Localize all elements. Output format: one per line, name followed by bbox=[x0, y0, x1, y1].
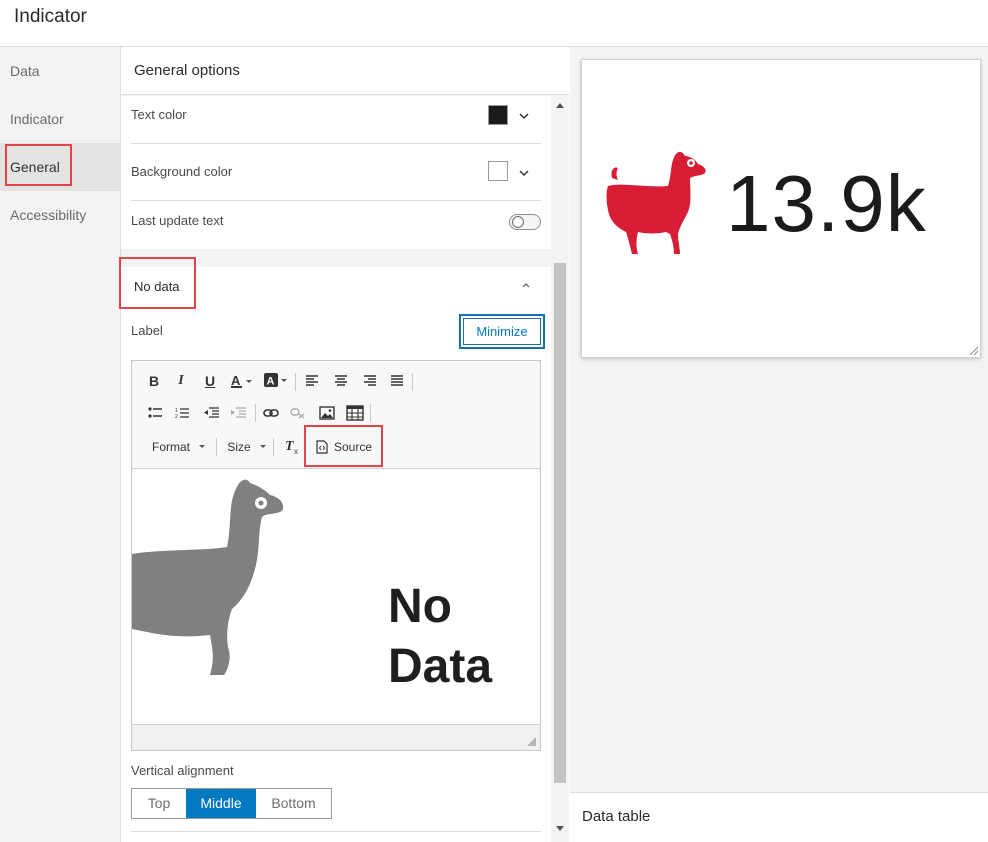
indicator-card[interactable]: 13.9k bbox=[581, 59, 981, 358]
last-update-label: Last update text bbox=[131, 213, 224, 228]
resize-grip-icon[interactable] bbox=[527, 737, 536, 746]
svg-text:x: x bbox=[294, 447, 298, 455]
side-navigation: Data Indicator General Accessibility bbox=[0, 47, 121, 842]
editor-status-bar bbox=[132, 725, 540, 750]
rich-text-editor: B I U A A 12 Format Size T x Source No D… bbox=[131, 360, 541, 751]
divider bbox=[131, 831, 541, 832]
no-data-section: No data Label Minimize B I U A A 12 Form… bbox=[121, 267, 551, 842]
toolbar-separator bbox=[273, 438, 274, 456]
caret-down-icon[interactable] bbox=[259, 444, 267, 450]
toolbar-separator bbox=[255, 404, 256, 422]
no-data-content-text: No Data bbox=[388, 577, 538, 697]
table-icon[interactable] bbox=[346, 405, 364, 421]
vertical-alignment-label: Vertical alignment bbox=[131, 763, 234, 778]
divider bbox=[131, 143, 541, 144]
resize-grip-icon[interactable] bbox=[969, 346, 978, 355]
editor-toolbar: B I U A A 12 Format Size T x Source bbox=[132, 361, 540, 469]
background-color-swatch[interactable] bbox=[488, 161, 508, 181]
scroll-down-icon[interactable] bbox=[555, 825, 565, 833]
minimize-button[interactable]: Minimize bbox=[459, 314, 545, 349]
last-update-toggle[interactable] bbox=[509, 214, 541, 230]
llama-image bbox=[132, 479, 284, 675]
align-center-icon[interactable] bbox=[334, 375, 348, 387]
text-color-swatch[interactable] bbox=[488, 105, 508, 125]
unlink-icon[interactable] bbox=[290, 407, 306, 419]
scroll-thumb[interactable] bbox=[554, 263, 566, 783]
toolbar-separator bbox=[295, 373, 296, 391]
svg-text:A: A bbox=[231, 373, 241, 388]
remove-format-icon[interactable]: Tx bbox=[283, 437, 301, 455]
svg-text:A: A bbox=[267, 376, 275, 388]
highlight-box-no-data bbox=[119, 257, 196, 309]
align-top-button[interactable]: Top bbox=[132, 789, 186, 818]
align-left-icon[interactable] bbox=[306, 375, 320, 387]
indicator-value: 13.9k bbox=[726, 159, 927, 248]
format-dropdown[interactable]: Format bbox=[150, 437, 192, 457]
chevron-up-icon[interactable] bbox=[519, 279, 533, 293]
background-color-icon[interactable]: A bbox=[263, 372, 289, 389]
caret-down-icon[interactable] bbox=[198, 444, 206, 450]
settings-panel: General options Text color Background co… bbox=[119, 47, 569, 842]
highlight-box-general bbox=[5, 144, 72, 186]
chevron-down-icon[interactable] bbox=[517, 109, 531, 123]
vertical-alignment-control: Top Middle Bottom bbox=[131, 788, 332, 819]
nav-item-indicator[interactable]: Indicator bbox=[0, 95, 120, 143]
label-caption: Label bbox=[131, 323, 163, 338]
toolbar-separator bbox=[412, 373, 413, 391]
toolbar-separator bbox=[216, 438, 217, 456]
underline-button[interactable]: U bbox=[202, 371, 218, 391]
highlight-box-source bbox=[304, 425, 383, 467]
background-color-label: Background color bbox=[131, 164, 233, 179]
panel-header: General options bbox=[121, 47, 569, 95]
app-title: Indicator bbox=[14, 6, 87, 27]
top-bar: Indicator bbox=[0, 0, 988, 47]
no-data-line-1: No bbox=[388, 580, 452, 633]
scroll-up-icon[interactable] bbox=[555, 101, 565, 109]
divider bbox=[131, 200, 541, 201]
align-middle-button[interactable]: Middle bbox=[186, 789, 256, 818]
text-color-label: Text color bbox=[131, 107, 187, 122]
increase-indent-icon[interactable] bbox=[230, 407, 246, 419]
panel-scrollbar[interactable] bbox=[551, 95, 569, 842]
toggle-knob bbox=[512, 216, 524, 228]
editor-content-area[interactable]: No Data bbox=[132, 469, 540, 725]
data-table-toggle[interactable]: Data table bbox=[570, 792, 988, 842]
bold-button[interactable]: B bbox=[146, 371, 162, 391]
chevron-down-icon[interactable] bbox=[517, 166, 531, 180]
toolbar-separator bbox=[370, 404, 371, 422]
image-icon[interactable] bbox=[319, 406, 335, 420]
decrease-indent-icon[interactable] bbox=[203, 407, 219, 419]
size-dropdown[interactable]: Size bbox=[225, 437, 253, 457]
italic-button[interactable]: I bbox=[173, 371, 189, 391]
bulleted-list-icon[interactable] bbox=[148, 407, 162, 419]
svg-text:2: 2 bbox=[175, 414, 178, 419]
align-right-icon[interactable] bbox=[362, 375, 376, 387]
llama-icon bbox=[606, 151, 706, 254]
nav-item-data[interactable]: Data bbox=[0, 47, 120, 95]
numbered-list-icon[interactable]: 12 bbox=[175, 407, 189, 419]
no-data-line-2: Data bbox=[388, 640, 493, 693]
link-icon[interactable] bbox=[263, 407, 279, 419]
general-options-section: Text color Background color Last update … bbox=[121, 96, 551, 249]
preview-area: 13.9k bbox=[570, 47, 988, 792]
text-color-icon[interactable]: A bbox=[230, 373, 254, 389]
align-justify-icon[interactable] bbox=[390, 375, 404, 387]
nav-item-accessibility[interactable]: Accessibility bbox=[0, 191, 120, 239]
align-bottom-button[interactable]: Bottom bbox=[256, 789, 331, 818]
